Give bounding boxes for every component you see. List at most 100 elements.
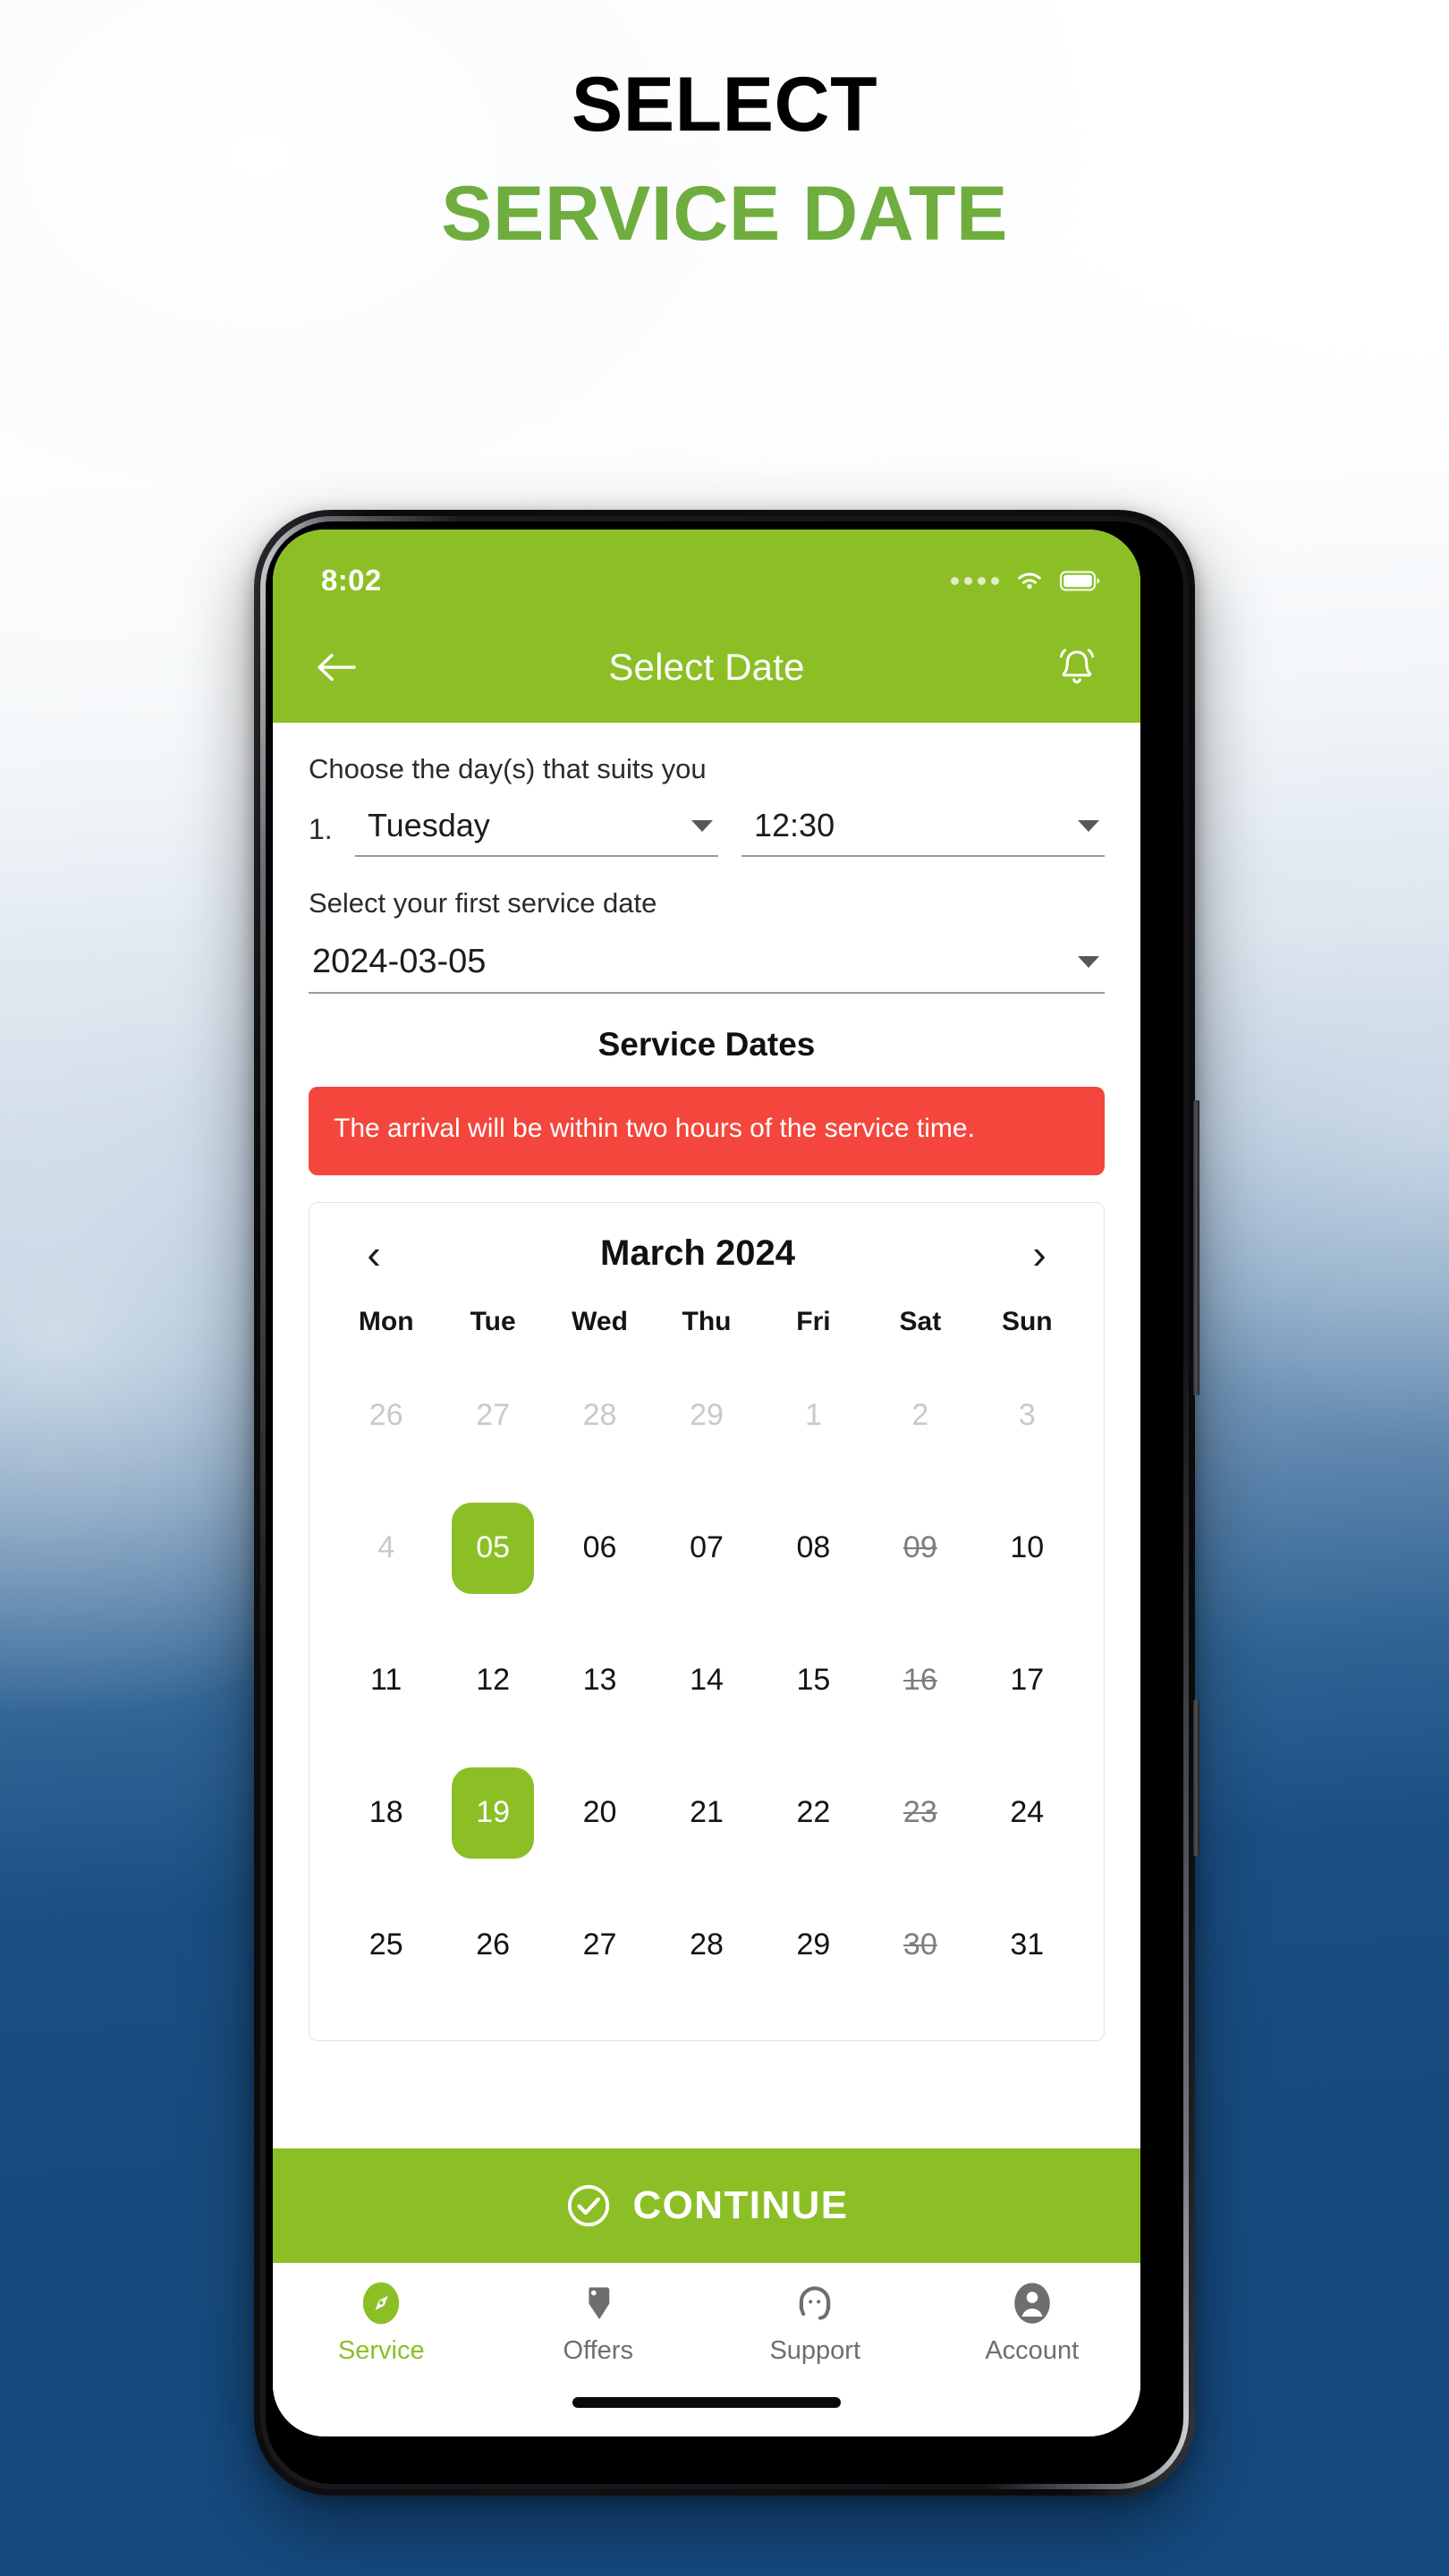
service-dates-heading: Service Dates	[597, 1026, 816, 1063]
chevron-down-icon	[1078, 819, 1099, 832]
calendar-day-08: 08	[796, 1530, 831, 1565]
calendar-day-cell[interactable]: 20	[547, 1747, 653, 1879]
signal-dots-icon	[951, 576, 999, 585]
calendar-day-16: 16	[902, 1663, 937, 1698]
calendar-day-cell[interactable]: 17	[974, 1614, 1080, 1747]
day-dropdown-value: Tuesday	[368, 807, 490, 843]
calendar-day-cell[interactable]: 29	[760, 1879, 867, 2012]
continue-button-label: CONTINUE	[632, 2183, 849, 2227]
calendar-day-17: 17	[1010, 1663, 1045, 1698]
status-bar-icons	[951, 569, 1101, 592]
bottom-navigation: Service Offers Support Account	[273, 2263, 1140, 2397]
calendar-day-cell[interactable]: 12	[439, 1614, 546, 1747]
arrival-notice-banner: The arrival will be within two hours of …	[309, 1087, 1105, 1175]
home-indicator-bar[interactable]	[572, 2397, 841, 2408]
account-person-icon	[1013, 2283, 1050, 2324]
calendar-weekday-header: Mon Tue Wed Thu Fri Sat Sun	[333, 1307, 1080, 1337]
calendar-day-cell[interactable]: 10	[974, 1482, 1080, 1614]
calendar-day-cell: 28	[547, 1350, 653, 1482]
calendar-weekday-tue: Tue	[470, 1306, 516, 1336]
nav-item-service[interactable]: Service	[273, 2279, 490, 2366]
nav-label-offers: Offers	[563, 2336, 633, 2365]
calendar-day-cell: 4	[333, 1482, 439, 1614]
calendar-day-22: 22	[796, 1795, 831, 1830]
nav-label-service: Service	[337, 2336, 425, 2365]
arrival-notice-text: The arrival will be within two hours of …	[334, 1114, 975, 1143]
calendar-day-cell[interactable]: 05	[439, 1482, 546, 1614]
calendar-day-cell[interactable]: 14	[653, 1614, 759, 1747]
notification-button[interactable]	[1049, 640, 1105, 695]
calendar-day-cell[interactable]: 31	[974, 1879, 1080, 2012]
compass-icon	[363, 2282, 400, 2325]
page-title: Select Date	[608, 646, 805, 688]
calendar-day-cell: 16	[867, 1614, 973, 1747]
calendar-weekday-wed: Wed	[572, 1306, 628, 1336]
bell-icon	[1060, 648, 1094, 684]
wifi-icon	[1018, 572, 1041, 589]
check-circle-icon	[567, 2184, 609, 2227]
calendar-day-cell: 27	[439, 1350, 546, 1482]
promo-heading-line-2: SERVICE DATE	[441, 171, 1008, 257]
calendar-day-cell[interactable]: 27	[547, 1879, 653, 2012]
calendar-day-cell[interactable]: 08	[760, 1482, 867, 1614]
first-date-prompt-label: Select your first service date	[309, 887, 657, 919]
nav-item-offers[interactable]: Offers	[490, 2279, 708, 2366]
calendar-weekday-sun: Sun	[1001, 1306, 1053, 1336]
main-content: Choose the day(s) that suits you 1. Tues…	[273, 723, 1140, 2148]
calendar-next-month-button[interactable]: ›	[1014, 1233, 1064, 1275]
calendar-weekday-sat: Sat	[899, 1306, 942, 1336]
day-time-row: 1. Tuesday 12:30	[309, 803, 1105, 857]
calendar-day-1: 1	[804, 1398, 822, 1433]
tag-icon	[589, 2287, 609, 2319]
volume-button[interactable]	[1193, 1100, 1199, 1395]
calendar-day-cell[interactable]: 06	[547, 1482, 653, 1614]
calendar-day-4: 4	[377, 1530, 395, 1565]
calendar-day-cell[interactable]: 19	[439, 1747, 546, 1879]
calendar-day-10: 10	[1010, 1530, 1045, 1565]
status-bar-time: 8:02	[321, 564, 382, 597]
calendar-day-cell[interactable]: 24	[974, 1747, 1080, 1879]
first-date-dropdown[interactable]: 2024-03-05	[309, 939, 1105, 994]
back-button[interactable]	[309, 640, 364, 695]
time-dropdown[interactable]: 12:30	[741, 803, 1105, 857]
status-bar: 8:02	[273, 530, 1140, 612]
calendar-day-cell[interactable]: 22	[760, 1747, 867, 1879]
calendar-day-09: 09	[902, 1530, 937, 1565]
day-dropdown[interactable]: Tuesday	[355, 803, 718, 857]
calendar-day-31: 31	[1010, 1928, 1045, 1962]
calendar-day-13: 13	[582, 1663, 617, 1698]
first-date-field: 2024-03-05	[309, 939, 1105, 994]
calendar-day-30: 30	[902, 1928, 937, 1962]
calendar-day-29: 29	[796, 1928, 831, 1962]
calendar-day-cell[interactable]: 21	[653, 1747, 759, 1879]
chevron-down-icon	[1078, 956, 1099, 968]
calendar-day-cell: 3	[974, 1350, 1080, 1482]
calendar-day-cell[interactable]: 25	[333, 1879, 439, 2012]
power-button[interactable]	[1193, 1699, 1199, 1856]
nav-item-support[interactable]: Support	[707, 2279, 924, 2366]
calendar-day-07: 07	[690, 1530, 724, 1565]
calendar-day-11: 11	[370, 1663, 402, 1698]
calendar-day-cell[interactable]: 11	[333, 1614, 439, 1747]
calendar-day-cell[interactable]: 18	[333, 1747, 439, 1879]
calendar-day-cell[interactable]: 13	[547, 1614, 653, 1747]
promo-heading-line-1: SELECT	[571, 62, 878, 148]
calendar-day-26: 26	[476, 1928, 511, 1962]
calendar-day-cell[interactable]: 26	[439, 1879, 546, 2012]
row-index-label: 1.	[309, 813, 333, 845]
calendar-day-3: 3	[1018, 1398, 1036, 1433]
calendar-day-cell[interactable]: 07	[653, 1482, 759, 1614]
calendar-day-2: 2	[911, 1398, 929, 1433]
calendar-day-24: 24	[1010, 1795, 1045, 1830]
calendar-month-label: March 2024	[600, 1233, 795, 1274]
calendar-header: ‹ March 2024 ›	[333, 1226, 1080, 1280]
continue-button[interactable]: CONTINUE	[273, 2148, 1140, 2263]
calendar-day-cell[interactable]: 15	[760, 1614, 867, 1747]
calendar-day-28: 28	[690, 1928, 724, 1962]
nav-label-account: Account	[985, 2336, 1080, 2365]
calendar-day-15: 15	[796, 1663, 831, 1698]
calendar-day-cell[interactable]: 28	[653, 1879, 759, 2012]
nav-item-account[interactable]: Account	[924, 2279, 1141, 2366]
calendar-day-cell: 09	[867, 1482, 973, 1614]
phone-screen: 8:02 Select Date Choose the day(s) that …	[273, 530, 1140, 2436]
